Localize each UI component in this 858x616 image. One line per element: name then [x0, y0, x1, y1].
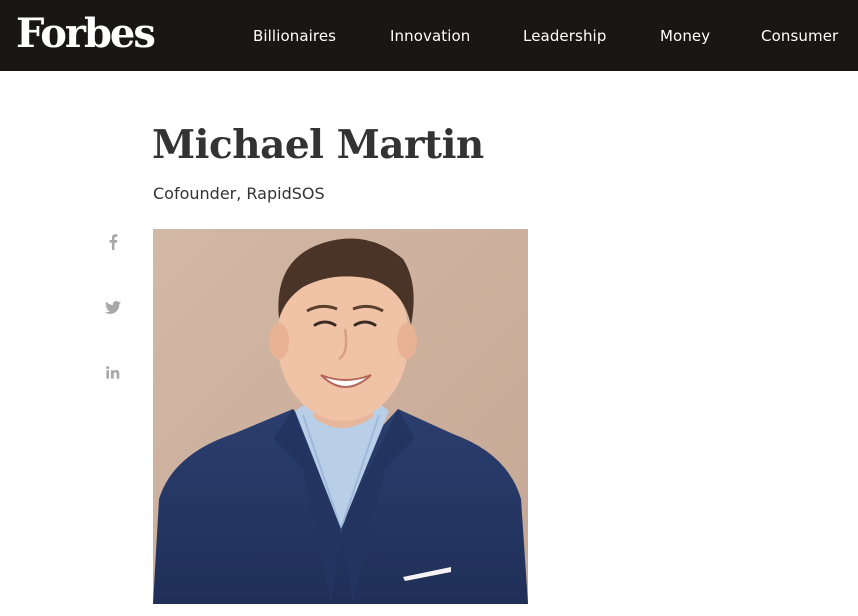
linkedin-icon — [106, 365, 120, 379]
facebook-share-button[interactable] — [100, 229, 126, 255]
linkedin-share-button[interactable] — [100, 359, 126, 385]
twitter-icon — [105, 300, 121, 314]
twitter-share-button[interactable] — [100, 294, 126, 320]
profile-photo — [153, 229, 528, 604]
profile-name: Michael Martin — [152, 122, 484, 168]
nav-item-billionaires[interactable]: Billionaires — [253, 26, 336, 46]
main-nav: Billionaires Innovation Leadership Money… — [0, 0, 858, 71]
nav-item-money[interactable]: Money — [660, 26, 710, 46]
site-header: Forbes Billionaires Innovation Leadershi… — [0, 0, 858, 71]
nav-item-innovation[interactable]: Innovation — [390, 26, 470, 46]
nav-item-leadership[interactable]: Leadership — [523, 26, 606, 46]
profile-title: Cofounder, RapidSOS — [153, 184, 325, 203]
nav-item-consumer[interactable]: Consumer — [761, 26, 838, 46]
facebook-icon — [108, 234, 118, 250]
